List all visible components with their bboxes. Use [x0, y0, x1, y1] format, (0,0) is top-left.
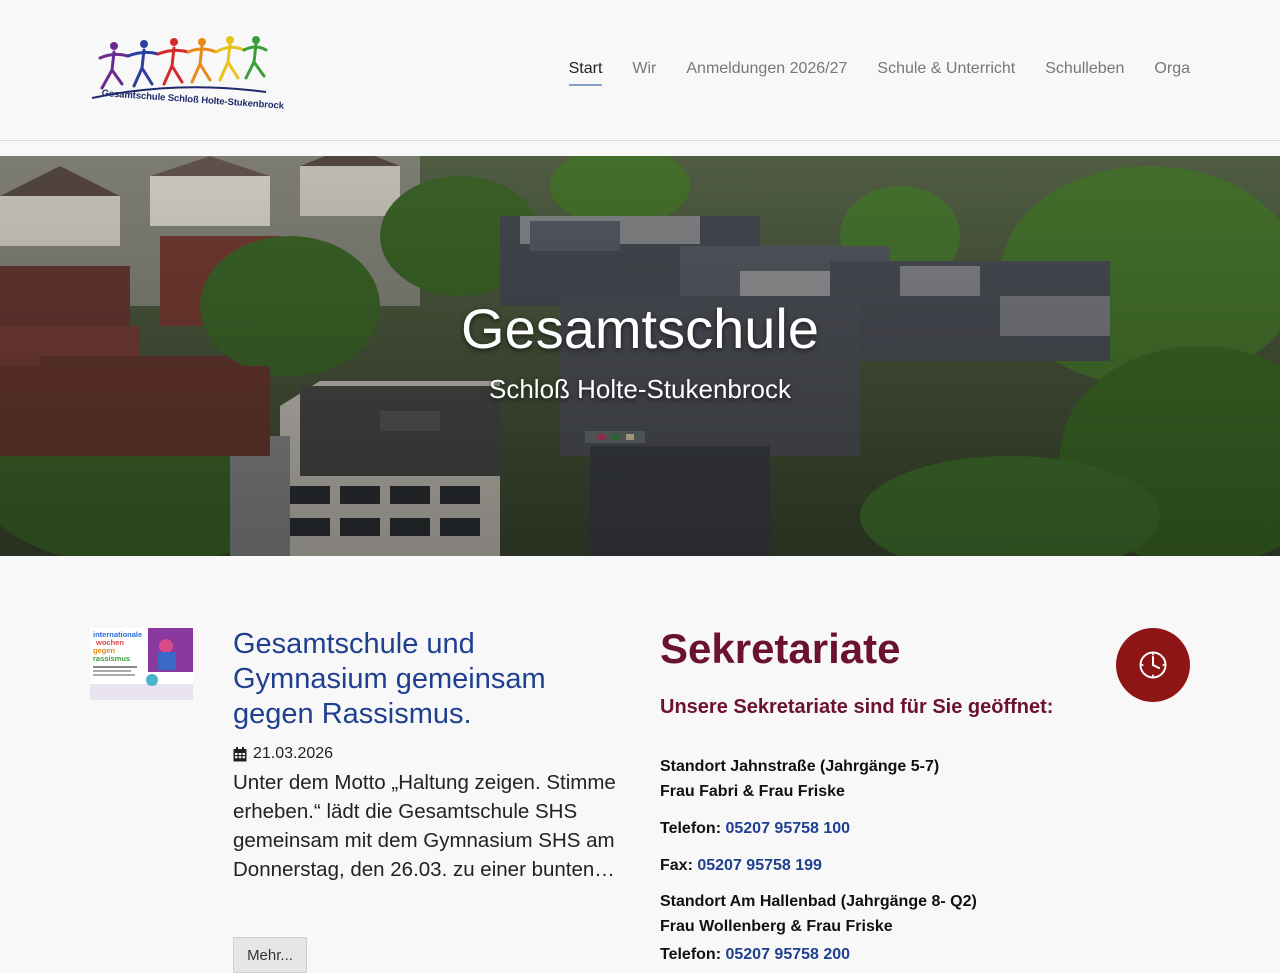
news-date: 21.03.2026: [233, 745, 333, 763]
location-2-phone-link[interactable]: 05207 95758 200: [725, 946, 850, 963]
nav-item-start[interactable]: Start: [568, 60, 602, 86]
location-1-title: Standort Jahnstraße (Jahrgänge 5-7): [660, 758, 940, 775]
news-thumbnail[interactable]: internationale wochen gegen rassismus: [90, 628, 193, 700]
location-2-title: Standort Am Hallenbad (Jahrgänge 8- Q2): [660, 893, 977, 910]
location-1-phone-link[interactable]: 05207 95758 100: [725, 820, 850, 837]
secretariat-title: Sekretariate: [660, 625, 901, 672]
calendar-icon: [233, 746, 247, 761]
phone-label-2: Telefon:: [660, 946, 722, 963]
phone-label: Telefon:: [660, 820, 722, 837]
nav-item-anmeldungen[interactable]: Anmeldungen 2026/27: [686, 60, 847, 86]
nav-item-schule-unterricht[interactable]: Schule & Unterricht: [877, 60, 1015, 86]
news-date-text: 21.03.2026: [253, 745, 334, 762]
hero-title: Gesamtschule: [461, 297, 819, 360]
thumb-line-4: rassismus: [93, 654, 130, 663]
hero-subtitle: Schloß Holte-Stukenbrock: [488, 374, 792, 404]
clock-icon: [1139, 651, 1167, 679]
location-1-staff: Frau Fabri & Frau Friske: [660, 783, 845, 800]
opening-hours-button[interactable]: [1116, 628, 1190, 702]
news-poster-image: internationale wochen gegen rassismus: [90, 628, 193, 700]
nav-item-schulleben[interactable]: Schulleben: [1045, 60, 1124, 86]
location-2-phone-row: Telefon: 05207 95758 200: [660, 946, 850, 964]
secretariat-subtitle: Unsere Sekretariate sind für Sie geöffne…: [660, 696, 1054, 718]
news-article-title[interactable]: Gesamtschule und Gymnasium gemeinsam geg…: [233, 627, 613, 732]
hero-banner: Gesamtschule Schloß Holte-Stukenbrock: [0, 156, 1280, 556]
fax-label: Fax:: [660, 857, 693, 874]
location-1-fax-row: Fax: 05207 95758 199: [660, 857, 822, 875]
nav-item-wir[interactable]: Wir: [632, 60, 656, 86]
location-1-phone-row: Telefon: 05207 95758 100: [660, 820, 850, 838]
site-header: Gesamtschule Schloß Holte-Stukenbrock St…: [0, 0, 1280, 141]
main-nav: Start Wir Anmeldungen 2026/27 Schule & U…: [568, 60, 1190, 86]
school-logo[interactable]: Gesamtschule Schloß Holte-Stukenbrock: [88, 32, 284, 112]
location-1-fax-link[interactable]: 05207 95758 199: [697, 857, 822, 874]
nav-item-orga[interactable]: Orga: [1154, 60, 1190, 86]
news-excerpt: Unter dem Motto „Haltung zeigen. Stimme …: [233, 771, 616, 881]
read-more-button[interactable]: Mehr...: [233, 937, 307, 973]
location-2-staff: Frau Wollenberg & Frau Friske: [660, 918, 893, 935]
